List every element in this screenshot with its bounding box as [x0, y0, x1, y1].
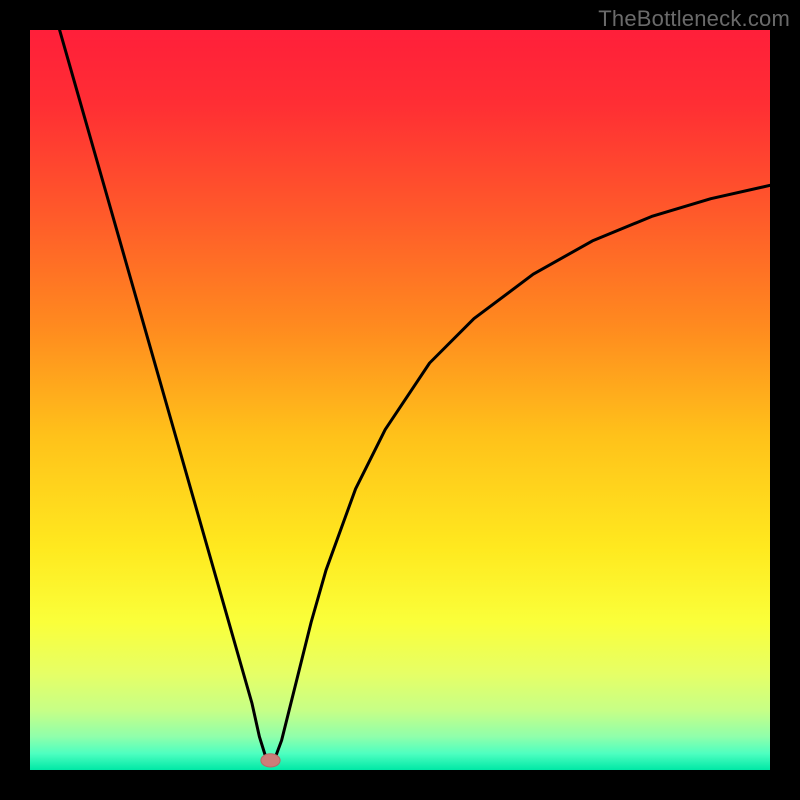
chart-frame [30, 30, 770, 770]
minimum-marker [261, 754, 280, 767]
gradient-background [30, 30, 770, 770]
chart-svg [30, 30, 770, 770]
watermark-text: TheBottleneck.com [598, 6, 790, 32]
